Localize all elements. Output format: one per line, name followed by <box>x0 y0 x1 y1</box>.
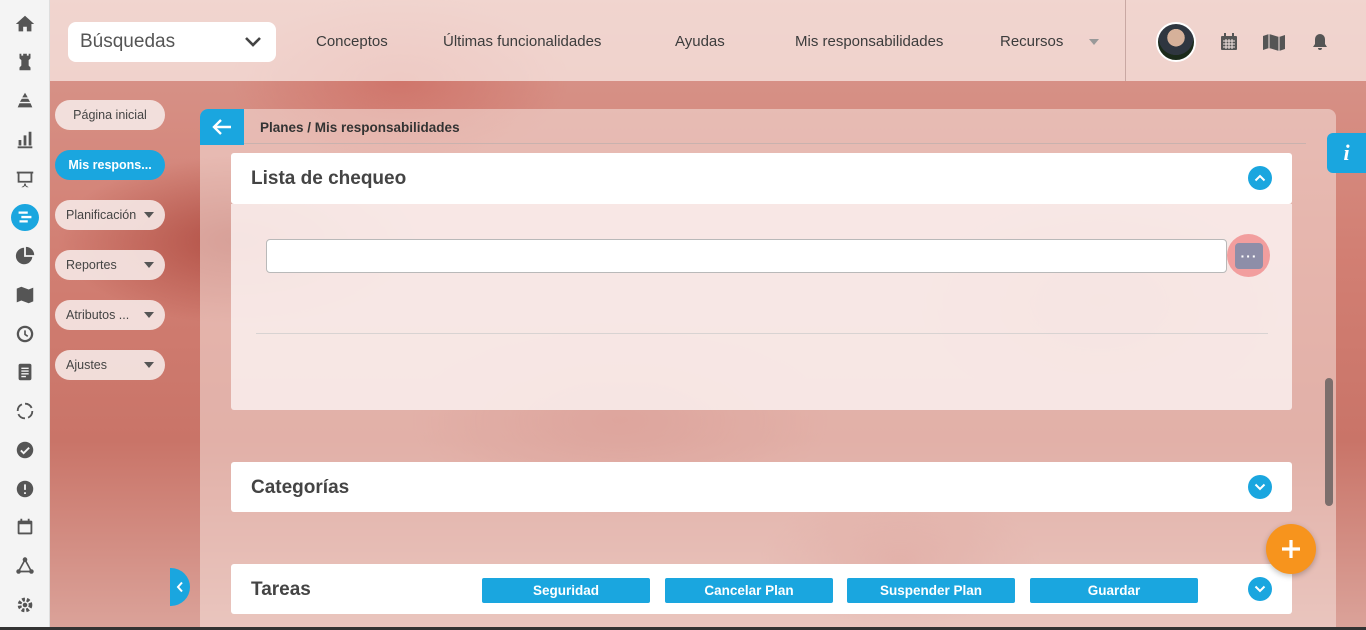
clock-icon[interactable] <box>11 320 39 347</box>
nav-conceptos[interactable]: Conceptos <box>316 33 388 50</box>
home-icon[interactable] <box>11 10 39 37</box>
more-options-button[interactable]: ··· <box>1235 243 1263 269</box>
checklist-separator <box>256 333 1268 334</box>
submenu-label: Página inicial <box>73 108 147 122</box>
avatar[interactable] <box>1156 22 1196 62</box>
bar-chart-icon[interactable] <box>11 126 39 153</box>
categories-header[interactable]: Categorías <box>231 462 1292 512</box>
tasks-title: Tareas <box>251 579 311 600</box>
submenu-label: Mis respons... <box>68 158 152 172</box>
seguridad-button[interactable]: Seguridad <box>482 578 650 603</box>
info-icon: i <box>1343 140 1350 165</box>
pie-chart-icon[interactable] <box>11 243 39 270</box>
submenu-ajustes[interactable]: Ajustes <box>55 350 165 380</box>
breadcrumb-divider <box>244 143 1306 144</box>
caret-down-icon <box>144 212 154 218</box>
caret-down-icon <box>144 262 154 268</box>
recursos-caret-icon[interactable] <box>1088 38 1100 46</box>
nav-ayudas[interactable]: Ayudas <box>675 33 725 50</box>
topbar-divider <box>1125 0 1126 81</box>
nav-ultimas-funcionalidades[interactable]: Últimas funcionalidades <box>443 33 601 50</box>
plus-icon <box>1282 540 1300 558</box>
info-button[interactable]: i <box>1327 133 1366 173</box>
plans-icon[interactable] <box>10 203 39 232</box>
pyramid-icon[interactable] <box>11 88 39 115</box>
submenu-label: Ajustes <box>66 358 107 372</box>
arrow-left-icon <box>212 119 231 135</box>
checklist-header[interactable]: Lista de chequeo <box>231 153 1292 204</box>
check-circle-icon[interactable] <box>11 436 39 463</box>
map-icon[interactable] <box>11 281 39 308</box>
expand-tasks-button[interactable] <box>1248 577 1272 601</box>
bell-icon[interactable] <box>1310 32 1330 52</box>
nav-recursos[interactable]: Recursos <box>1000 33 1063 50</box>
top-bar: Búsquedas Conceptos Últimas funcionalida… <box>50 0 1366 81</box>
categories-title: Categorías <box>251 477 350 498</box>
submenu-reportes[interactable]: Reportes <box>55 250 165 280</box>
chevron-up-icon <box>1254 174 1266 182</box>
document-icon[interactable] <box>11 359 39 386</box>
calendar-icon[interactable] <box>11 514 39 541</box>
submenu-label: Reportes <box>66 258 117 272</box>
chevron-down-icon <box>1254 483 1266 491</box>
back-button[interactable] <box>200 109 244 145</box>
chevron-down-icon <box>1254 585 1266 593</box>
cycle-icon[interactable] <box>11 398 39 425</box>
search-dropdown-label: Búsquedas <box>80 31 176 52</box>
caret-down-icon <box>144 362 154 368</box>
guardar-button[interactable]: Guardar <box>1030 578 1198 603</box>
chess-rook-icon[interactable] <box>11 49 39 76</box>
submenu-atributos[interactable]: Atributos ... <box>55 300 165 330</box>
warning-icon[interactable] <box>11 475 39 502</box>
submenu-label: Planificación <box>66 208 137 222</box>
calendar-icon[interactable] <box>1219 32 1239 52</box>
scrollbar-thumb[interactable] <box>1325 378 1333 506</box>
collapse-checklist-button[interactable] <box>1248 166 1272 190</box>
presentation-icon[interactable] <box>11 165 39 192</box>
checklist-input[interactable] <box>266 239 1227 273</box>
breadcrumb: Planes / Mis responsabilidades <box>260 120 460 135</box>
nav-mis-responsabilidades[interactable]: Mis responsabilidades <box>795 33 943 50</box>
caret-down-icon <box>144 312 154 318</box>
search-dropdown[interactable]: Búsquedas <box>68 22 276 62</box>
cancelar-plan-button[interactable]: Cancelar Plan <box>665 578 833 603</box>
checklist-body <box>231 204 1292 410</box>
map-icon[interactable] <box>1262 32 1286 52</box>
submenu-pagina-inicial[interactable]: Página inicial <box>55 100 165 130</box>
collapse-menu-tab[interactable] <box>170 568 190 606</box>
chevron-left-icon <box>176 581 183 593</box>
suspender-plan-button[interactable]: Suspender Plan <box>847 578 1015 603</box>
checklist-title: Lista de chequeo <box>251 168 407 189</box>
submenu-label: Atributos ... <box>66 308 130 322</box>
network-icon[interactable] <box>11 553 39 580</box>
secondary-menu: Página inicial Mis respons... Planificac… <box>55 100 165 400</box>
add-fab-button[interactable] <box>1266 524 1316 574</box>
submenu-mis-responsabilidades[interactable]: Mis respons... <box>55 150 165 180</box>
chevron-down-icon <box>245 37 261 47</box>
icon-rail <box>0 0 50 630</box>
gear-icon[interactable] <box>11 591 39 618</box>
expand-categories-button[interactable] <box>1248 475 1272 499</box>
more-options-label: ··· <box>1240 248 1258 264</box>
submenu-planificacion[interactable]: Planificación <box>55 200 165 230</box>
